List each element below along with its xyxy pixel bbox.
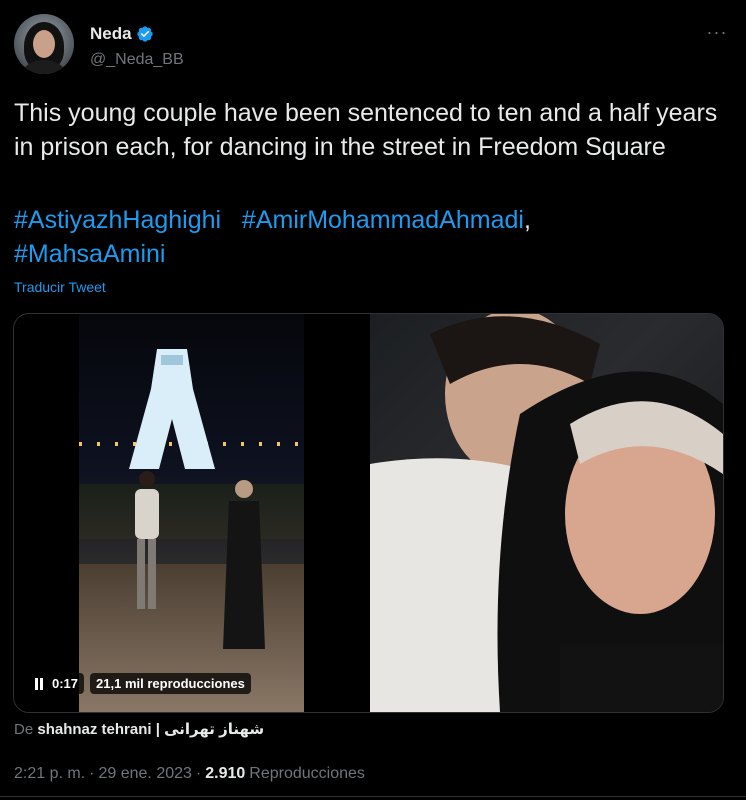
tweet-time[interactable]: 2:21 p. m. bbox=[14, 765, 85, 783]
author-handle[interactable]: @_Neda_BB bbox=[90, 51, 184, 69]
avatar[interactable] bbox=[14, 14, 74, 74]
attribution-source[interactable]: shahnaz tehrani | شهناز تهرانی bbox=[37, 721, 264, 738]
person-image bbox=[135, 471, 159, 609]
hashtag-link[interactable]: #AstiyazhHaghighi bbox=[14, 206, 221, 234]
meta-separator: · bbox=[195, 765, 202, 782]
video-controls: 0:17 21,1 mil reproducciones bbox=[28, 673, 251, 694]
video-frame bbox=[79, 314, 304, 712]
views-label: Reproducciones bbox=[249, 765, 365, 782]
playback-pill[interactable]: 0:17 bbox=[28, 673, 85, 694]
video-time: 0:17 bbox=[52, 676, 79, 691]
more-options-icon[interactable]: ··· bbox=[702, 22, 732, 42]
divider bbox=[0, 796, 746, 797]
tower-image bbox=[129, 349, 215, 469]
verified-badge-icon bbox=[136, 26, 153, 42]
views-pill: 21,1 mil reproducciones bbox=[90, 673, 251, 694]
tweet-date[interactable]: 29 ene. 2023 bbox=[98, 765, 191, 783]
hashtag-link[interactable]: #AmirMohammadAhmadi bbox=[242, 206, 524, 234]
video-player[interactable]: 0:17 21,1 mil reproducciones bbox=[14, 314, 366, 712]
author-name[interactable]: Neda bbox=[90, 24, 132, 44]
hashtags: #AstiyazhHaghighi #AmirMohammadAhmadi, #… bbox=[14, 206, 531, 268]
translate-tweet-link[interactable]: Traducir Tweet bbox=[14, 279, 106, 295]
attribution-prefix: De bbox=[14, 721, 34, 738]
person-image bbox=[223, 480, 265, 649]
media-attribution: De shahnaz tehrani | شهناز تهرانی bbox=[14, 720, 264, 738]
media-container: 0:17 21,1 mil reproducciones bbox=[13, 313, 724, 713]
author-name-row: Neda bbox=[90, 24, 154, 44]
tweet-meta: 2:21 p. m. · 29 ene. 2023 · 2.910 Reprod… bbox=[14, 765, 365, 783]
meta-separator: · bbox=[89, 765, 95, 782]
tweet-header: Neda @_Neda_BB ··· bbox=[14, 14, 732, 74]
pause-icon[interactable] bbox=[34, 677, 44, 690]
views-count: 2.910 bbox=[205, 765, 246, 782]
tweet-text: This young couple have been sentenced to… bbox=[14, 99, 718, 161]
couple-photo-image bbox=[370, 314, 723, 712]
photo[interactable] bbox=[370, 314, 723, 712]
hashtag-link[interactable]: #MahsaAmini bbox=[14, 240, 165, 268]
video-views: 21,1 mil reproducciones bbox=[96, 676, 245, 691]
